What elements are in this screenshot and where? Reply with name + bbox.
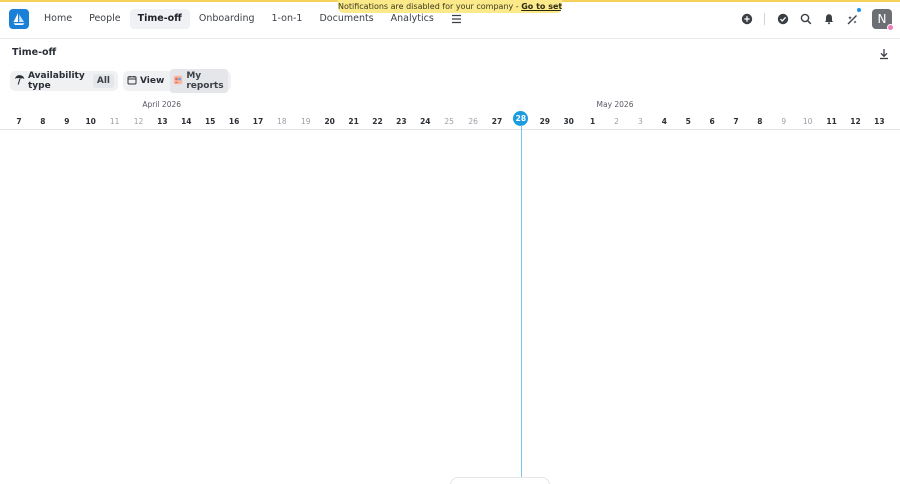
timeline-day: 4 <box>661 117 667 126</box>
timeline-day: 7 <box>16 117 22 126</box>
nav-item-people[interactable]: People <box>81 9 129 29</box>
timeline-day: 9 <box>64 117 70 126</box>
timeline-day: 7 <box>733 117 739 126</box>
sparkle-icon[interactable] <box>842 7 862 29</box>
availability-type-value[interactable]: All <box>92 74 114 88</box>
timeline-day: 25 <box>444 117 454 126</box>
view-label: View <box>140 76 165 86</box>
timeline-day: 8 <box>40 117 46 126</box>
timeline-day: 19 <box>301 117 311 126</box>
timeline-day: 8 <box>757 117 763 126</box>
timeline-day: 22 <box>372 117 383 126</box>
today-day-marker: 28 <box>513 111 529 126</box>
page-title: Time-off <box>12 47 57 58</box>
availability-type-label: Availability type <box>28 71 85 91</box>
timeline-day: 12 <box>850 117 861 126</box>
banner-text: Notifications are disabled for your comp… <box>338 2 522 11</box>
bell-icon[interactable] <box>819 9 839 29</box>
calendar-icon <box>127 75 137 88</box>
toolbar-divider <box>764 13 765 25</box>
timeline-day: 15 <box>204 117 216 126</box>
timeline-day: 13 <box>157 117 168 126</box>
view-filter[interactable]: View My reports <box>123 69 231 93</box>
timeline-day: 2 <box>614 117 619 126</box>
availability-type-filter[interactable]: Availability type All <box>10 71 118 91</box>
timeline-day: 5 <box>685 117 691 126</box>
timeline-day: 21 <box>348 117 359 126</box>
timeline-divider <box>0 129 900 130</box>
nav-item-home[interactable]: Home <box>36 9 80 29</box>
sail-logo-icon[interactable] <box>9 9 29 29</box>
avatar-initial: N <box>877 12 887 26</box>
timeline-day: 12 <box>133 117 144 126</box>
timeline-day: 30 <box>563 117 574 126</box>
go-to-settings-link[interactable]: Go to settings <box>521 2 562 11</box>
month-label: April 2026 <box>142 100 182 109</box>
nav-item-onboarding[interactable]: Onboarding <box>191 9 263 29</box>
reports-icon <box>173 75 183 88</box>
month-label: May 2026 <box>596 100 634 109</box>
avatar-status-dot <box>887 24 894 31</box>
bottom-panel-handle[interactable] <box>450 477 550 484</box>
my-reports-label: My reports <box>186 71 224 91</box>
nav-item-time-off[interactable]: Time-off <box>129 9 190 29</box>
timeline-day: 27 <box>491 117 503 126</box>
nav-item-1-on-1[interactable]: 1-on-1 <box>264 9 311 29</box>
timeline-day: 26 <box>468 117 478 126</box>
timeline-day: 18 <box>277 117 287 126</box>
notification-dot <box>856 7 862 13</box>
my-reports-chip[interactable]: My reports <box>170 69 228 93</box>
timeline-day: 13 <box>874 117 885 126</box>
timeline-day: 17 <box>252 117 264 126</box>
timeline-day: 23 <box>396 117 407 126</box>
timeline-day: 11 <box>109 117 120 126</box>
timeline-day: 20 <box>324 117 335 126</box>
today-marker-line <box>521 125 522 484</box>
timeline-day: 14 <box>181 117 192 126</box>
timeline-day: 3 <box>638 117 643 126</box>
add-circle-icon[interactable] <box>737 9 757 29</box>
notification-banner: Notifications are disabled for your comp… <box>338 0 562 13</box>
timeline-day: 9 <box>781 117 787 126</box>
timeline-day: 16 <box>228 117 240 126</box>
timeline-day: 10 <box>802 117 813 126</box>
timeline-day: 11 <box>826 117 837 126</box>
avatar[interactable]: N <box>872 9 894 31</box>
timeline-day: 10 <box>85 117 96 126</box>
timeline-day: 1 <box>589 117 596 126</box>
timeline-day: 29 <box>539 117 551 126</box>
timeline-day: 24 <box>420 117 431 126</box>
timeline-day-row: 7 8 9 10 11 12 13 14 15 16 17 18 19 20 21 22 23 24 25 26 27 2… <box>0 111 900 129</box>
top-right-actions: N <box>734 7 894 31</box>
check-circle-icon[interactable] <box>773 9 793 29</box>
search-icon[interactable] <box>796 9 816 29</box>
timeline-day: 6 <box>709 117 715 126</box>
beach-umbrella-icon <box>14 74 25 88</box>
download-icon[interactable] <box>877 46 891 60</box>
